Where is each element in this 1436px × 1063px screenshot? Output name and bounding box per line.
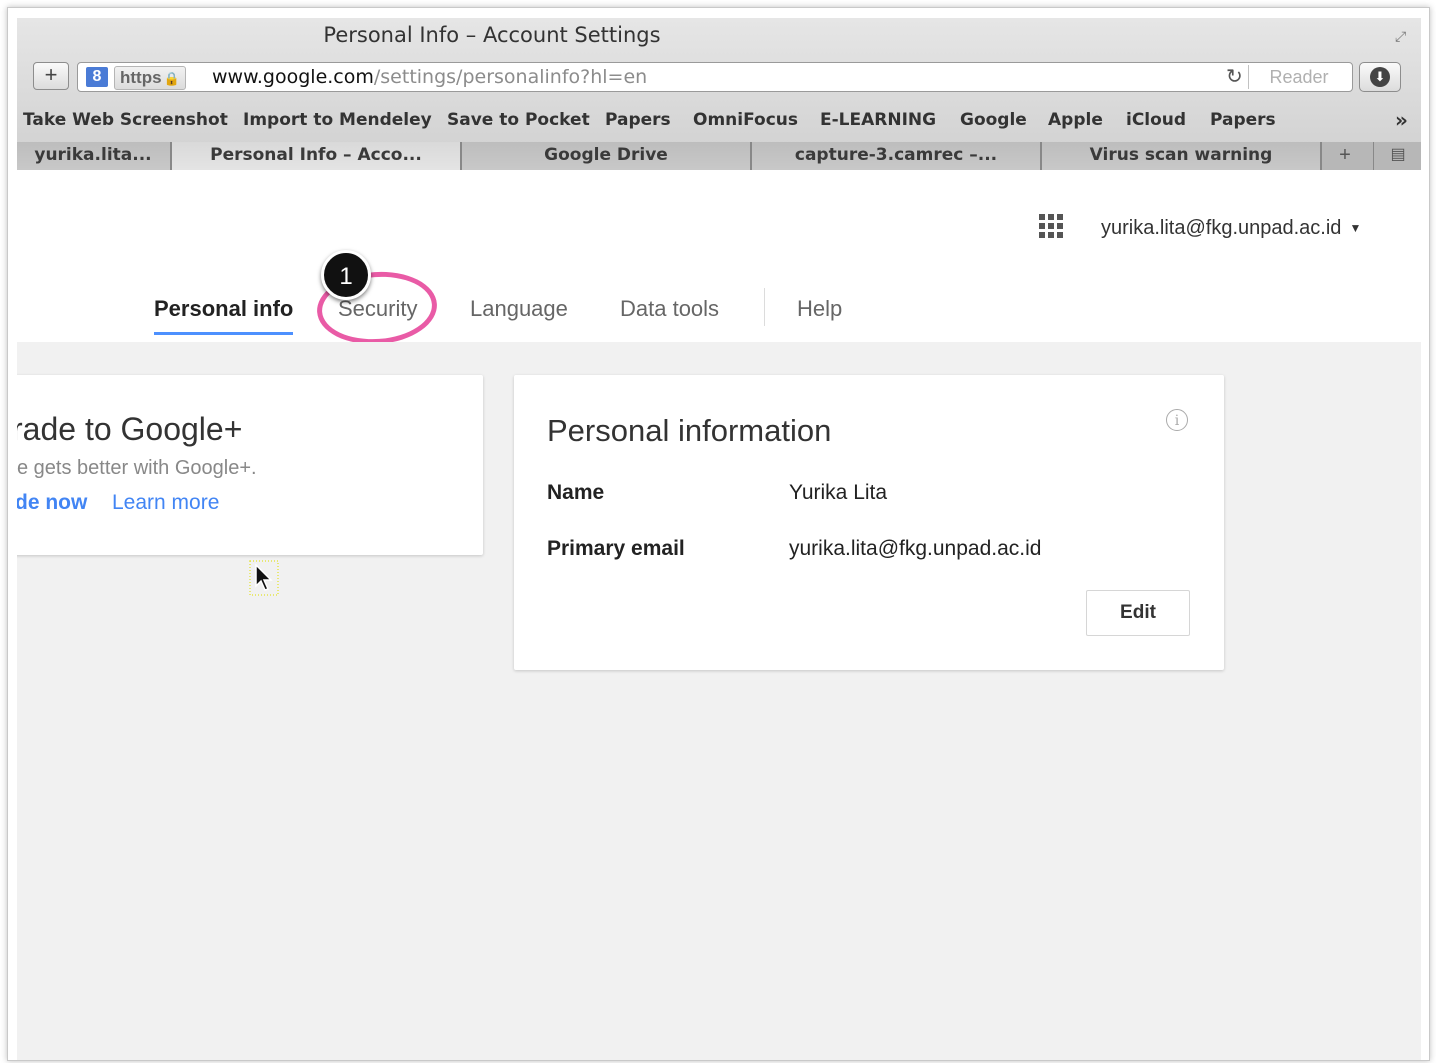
- bookmark-papers-2[interactable]: Papers: [1210, 110, 1276, 130]
- tab-data-tools[interactable]: Data tools: [620, 288, 719, 340]
- primary-email-value: yurika.lita@fkg.unpad.ac.id: [789, 537, 1042, 560]
- screenshot-frame: Personal Info – Account Settings ⤢ + 8 h…: [7, 7, 1430, 1061]
- downloads-button[interactable]: ⬇: [1359, 62, 1401, 92]
- info-icon[interactable]: i: [1166, 409, 1188, 431]
- google-plus-favicon-icon: 8: [86, 67, 108, 87]
- page-header: yurika.lita@fkg.unpad.ac.id ▼ Personal in…: [17, 170, 1421, 349]
- new-tab-button[interactable]: +: [33, 62, 69, 90]
- browser-tab[interactable]: capture-3.camrec –...: [751, 142, 1041, 170]
- fullscreen-icon[interactable]: ⤢: [1395, 26, 1415, 46]
- upgrade-now-link[interactable]: de now: [17, 491, 87, 515]
- bookmarks-bar: Take Web Screenshot Import to Mendeley S…: [17, 106, 1421, 136]
- personal-information-title: Personal information: [547, 413, 832, 448]
- bookmark-icloud[interactable]: iCloud: [1126, 110, 1186, 130]
- tab-language[interactable]: Language: [470, 288, 568, 340]
- mouse-cursor-icon: [249, 560, 279, 596]
- name-label: Name: [547, 481, 605, 504]
- main-content: rade to Google+ e gets better with Googl…: [17, 342, 1421, 1060]
- url-text[interactable]: www.google.com/settings/personalinfo?hl=…: [212, 66, 647, 88]
- tab-overview-icon[interactable]: ▤: [1373, 142, 1421, 170]
- browser-tab[interactable]: yurika.lita...: [17, 142, 171, 170]
- bookmark-omnifocus[interactable]: OmniFocus: [693, 110, 798, 130]
- primary-email-label: Primary email: [547, 537, 685, 560]
- settings-tabs: Personal info Security Language Data too…: [17, 288, 1421, 342]
- window-title: Personal Info – Account Settings: [323, 23, 661, 47]
- bookmark-e-learning[interactable]: E-LEARNING: [820, 110, 936, 130]
- nav-divider: [764, 288, 765, 326]
- bookmark-apple[interactable]: Apple: [1048, 110, 1103, 130]
- download-icon: ⬇: [1370, 67, 1390, 87]
- url-domain: www.google.com: [212, 66, 374, 88]
- account-email: yurika.lita@fkg.unpad.ac.id: [1101, 217, 1342, 239]
- bookmark-google[interactable]: Google: [960, 110, 1027, 130]
- add-tab-icon[interactable]: +: [1321, 142, 1368, 170]
- bookmark-import-to-mendeley[interactable]: Import to Mendeley: [243, 110, 432, 130]
- learn-more-link[interactable]: Learn more: [112, 491, 219, 515]
- account-menu[interactable]: yurika.lita@fkg.unpad.ac.id ▼: [1101, 214, 1361, 242]
- lock-icon: 🔒: [163, 71, 180, 86]
- bookmark-save-to-pocket[interactable]: Save to Pocket: [447, 110, 590, 130]
- bookmark-papers[interactable]: Papers: [605, 110, 671, 130]
- upgrade-card: rade to Google+ e gets better with Googl…: [17, 375, 483, 555]
- tab-help[interactable]: Help: [797, 288, 842, 340]
- tab-personal-info[interactable]: Personal info: [154, 288, 294, 335]
- upgrade-title: rade to Google+: [17, 411, 243, 447]
- apps-grid-icon[interactable]: [1039, 214, 1067, 242]
- reader-button[interactable]: Reader: [1248, 65, 1349, 89]
- browser-window: Personal Info – Account Settings ⤢ + 8 h…: [17, 18, 1421, 1060]
- browser-tab-active[interactable]: Personal Info – Acco...: [171, 142, 461, 170]
- personal-information-card: Personal information i Name Yurika Lita …: [514, 375, 1224, 670]
- bookmark-take-web-screenshot[interactable]: Take Web Screenshot: [23, 110, 228, 130]
- tab-strip: yurika.lita... Personal Info – Acco... G…: [17, 142, 1421, 170]
- annotation-step-badge: 1: [321, 250, 371, 300]
- browser-tab[interactable]: Google Drive: [461, 142, 751, 170]
- url-path: /settings/personalinfo?hl=en: [373, 66, 648, 88]
- browser-chrome: Personal Info – Account Settings ⤢ + 8 h…: [17, 18, 1421, 171]
- caret-down-icon: ▼: [1349, 221, 1362, 235]
- reload-icon[interactable]: ↻: [1226, 65, 1243, 89]
- edit-button[interactable]: Edit: [1086, 590, 1190, 636]
- address-bar[interactable]: 8 https 🔒 www.google.com/settings/persona…: [77, 62, 1353, 92]
- browser-tab[interactable]: Virus scan warning: [1041, 142, 1321, 170]
- bookmarks-overflow-icon[interactable]: »: [1395, 108, 1408, 132]
- name-value: Yurika Lita: [789, 481, 888, 504]
- https-label: https: [120, 68, 162, 87]
- upgrade-subtitle: e gets better with Google+.: [17, 457, 257, 479]
- https-badge[interactable]: https 🔒: [114, 66, 186, 90]
